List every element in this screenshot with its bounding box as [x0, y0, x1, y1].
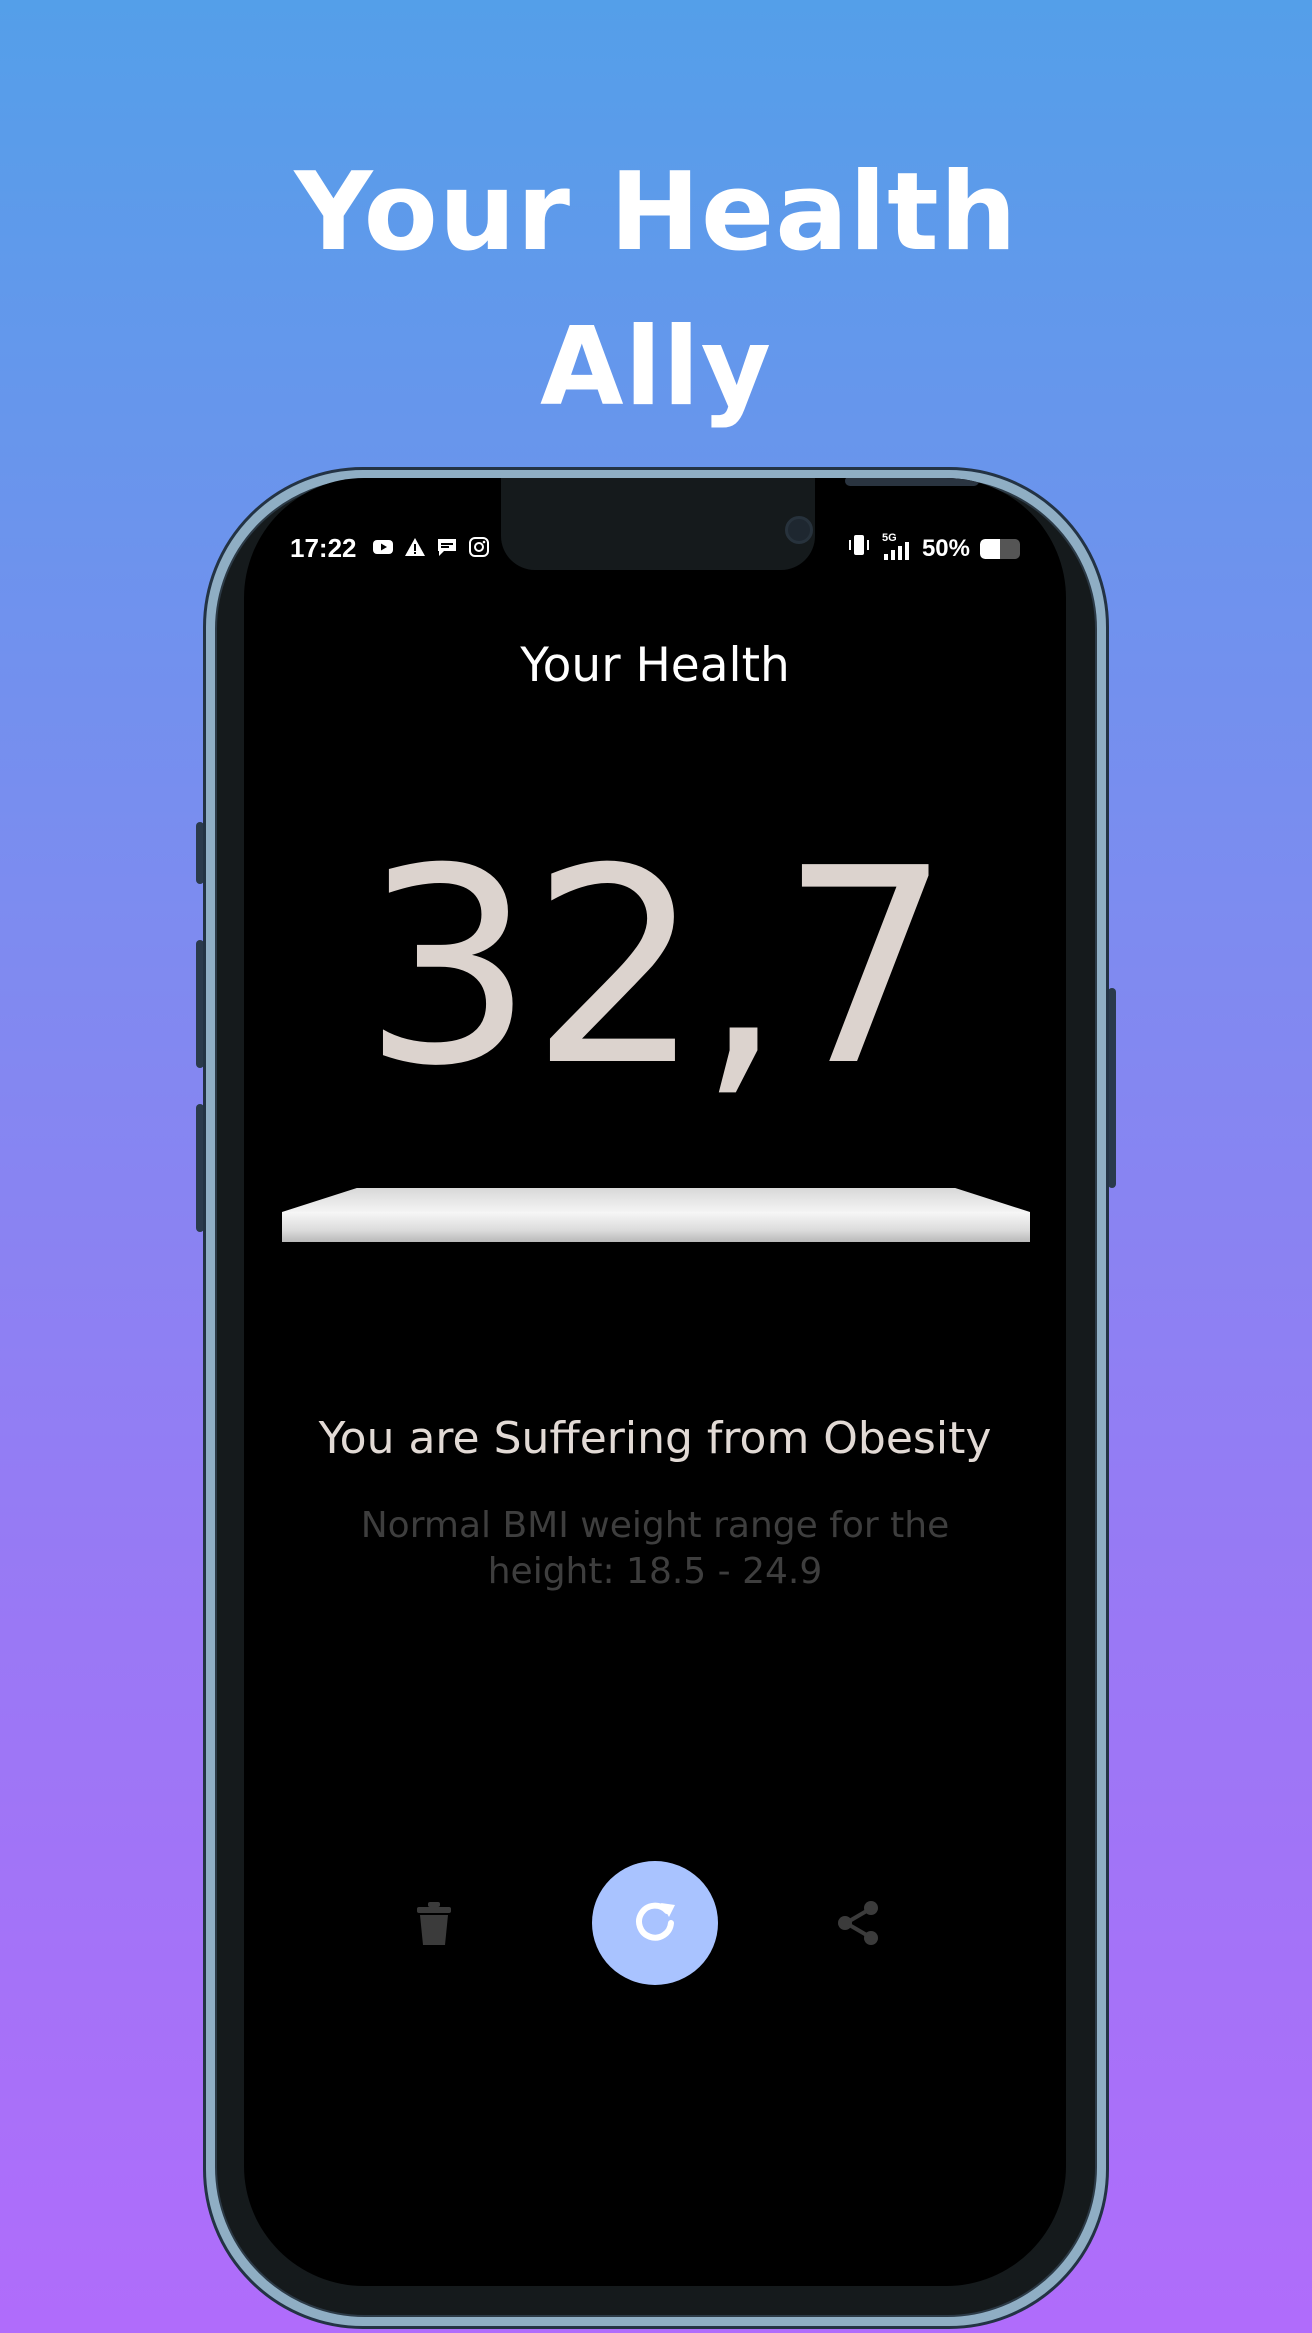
status-time: 17:22 [290, 533, 357, 563]
promo-title-line-1: Your Health [294, 150, 1018, 275]
youtube-icon [372, 537, 394, 557]
battery-icon [980, 538, 1020, 559]
message-icon [436, 537, 458, 557]
platform-top [282, 1188, 1030, 1212]
bmi-result-label: You are Suffering from Obesity [318, 1413, 992, 1464]
status-notification-icons [372, 537, 490, 557]
promo-title: Your Health Ally [0, 135, 1312, 445]
action-bar [244, 1861, 1066, 1985]
signal-icon: 5G [882, 532, 912, 562]
speaker-grille [845, 478, 979, 486]
platform-front [282, 1212, 1030, 1242]
result-platform [282, 1188, 1030, 1244]
bmi-value: 32,7 [362, 810, 951, 1125]
battery-percent: 50% [921, 534, 970, 562]
warning-icon [404, 537, 426, 557]
refresh-icon [627, 1893, 683, 1953]
share-button[interactable] [834, 1899, 882, 1947]
status-right-group: 5G 50% [846, 532, 1020, 564]
share-icon [834, 1901, 882, 1951]
phone-screen: 17:22 5G 50% Your Health 32,7 You are Su… [244, 478, 1066, 2286]
screen-title: Your Health [520, 638, 790, 693]
normal-range-line-1: Normal BMI weight range for the [360, 1505, 950, 1546]
normal-range-text: Normal BMI weight range for the height: … [324, 1503, 986, 1595]
delete-button[interactable] [414, 1901, 454, 1947]
vibrate-icon [846, 533, 872, 564]
promo-title-line-2: Ally [539, 305, 773, 430]
front-camera [785, 516, 813, 544]
recalculate-button[interactable] [592, 1861, 718, 1985]
phone-side-button-right [1108, 988, 1116, 1188]
instagram-icon [468, 537, 490, 557]
battery-level [980, 538, 1000, 559]
notch [501, 478, 979, 570]
normal-range-line-2: height: 18.5 - 24.9 [487, 1551, 823, 1592]
trash-icon [414, 1902, 454, 1951]
